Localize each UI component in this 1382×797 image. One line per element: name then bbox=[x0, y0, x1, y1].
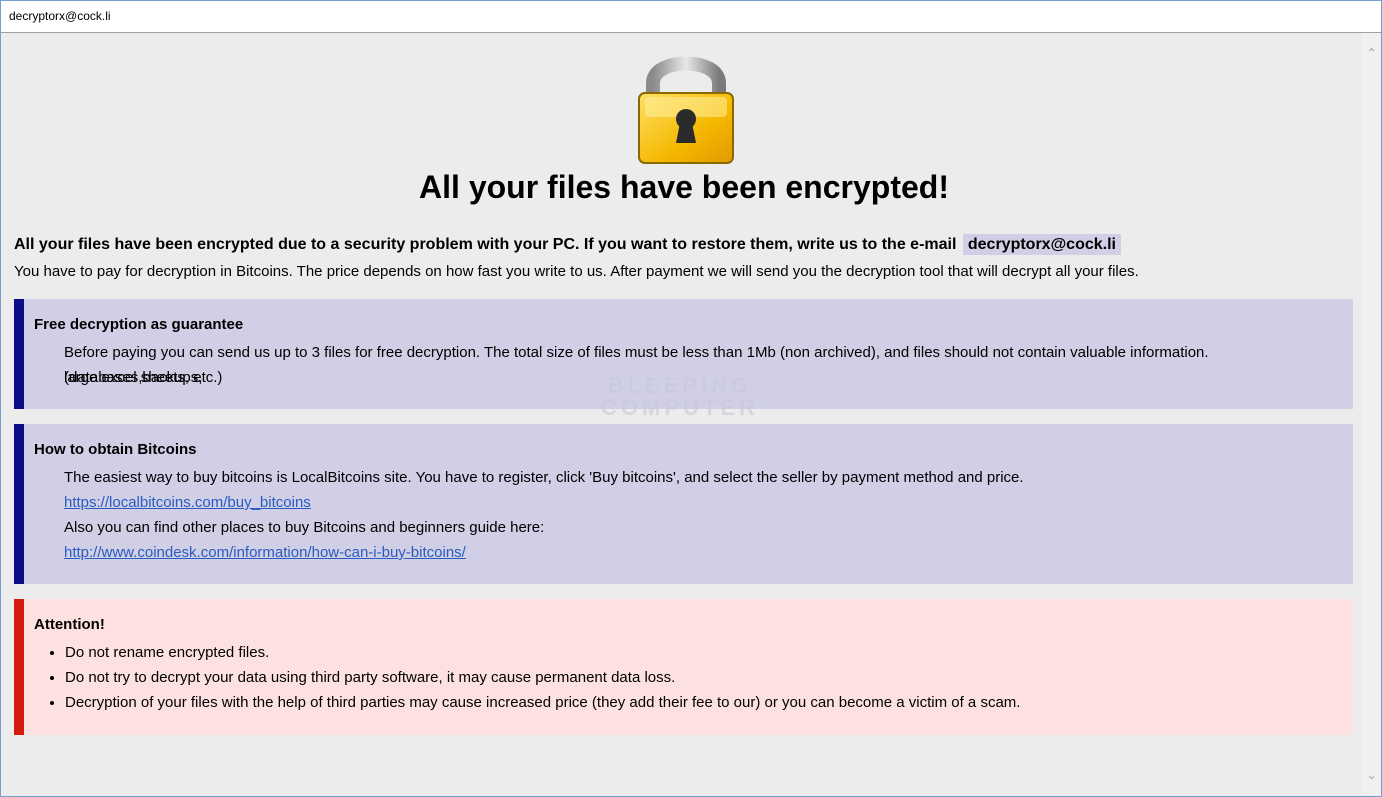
intro-line-1: All your files have been encrypted due t… bbox=[14, 234, 1121, 255]
title-bar: decryptorx@cock.li bbox=[1, 1, 1381, 33]
bleeping-computer-watermark: BLEEPING COMPUTER bbox=[601, 375, 759, 419]
bitcoins-section: How to obtain Bitcoins The easiest way t… bbox=[14, 424, 1353, 584]
watermark-line-2: COMPUTER bbox=[601, 395, 759, 420]
coindesk-link[interactable]: http://www.coindesk.com/information/how-… bbox=[64, 544, 466, 561]
attention-item: Do not rename encrypted files. bbox=[65, 640, 1020, 665]
watermark-line-1: BLEEPING bbox=[607, 373, 753, 398]
chevron-down-icon[interactable]: ⌄ bbox=[1362, 765, 1381, 785]
note-content: All your files have been encrypted! All … bbox=[3, 33, 1361, 795]
attention-title: Attention! bbox=[34, 616, 105, 633]
chevron-up-icon[interactable]: ⌃ bbox=[1362, 43, 1381, 63]
page-heading: All your files have been encrypted! bbox=[419, 169, 949, 205]
bitcoins-title: How to obtain Bitcoins bbox=[34, 441, 197, 458]
bitcoins-link-1-row: https://localbitcoins.com/buy_bitcoins bbox=[64, 490, 1339, 515]
bitcoins-text-2: Also you can find other places to buy Bi… bbox=[64, 519, 545, 536]
ransom-note-window: decryptorx@cock.li All your files have b… bbox=[0, 0, 1382, 797]
free-decryption-title: Free decryption as guarantee bbox=[34, 316, 244, 333]
localbitcoins-link[interactable]: https://localbitcoins.com/buy_bitcoins bbox=[64, 494, 311, 511]
attention-item: Decryption of your files with the help o… bbox=[65, 690, 1020, 715]
attention-item: Do not try to decrypt your data using th… bbox=[65, 665, 1020, 690]
section-accent-bar bbox=[14, 599, 24, 735]
intro-text: All your files have been encrypted due t… bbox=[14, 236, 957, 253]
section-accent-bar bbox=[14, 424, 24, 584]
section-accent-bar bbox=[14, 299, 24, 409]
intro-line-2: You have to pay for decryption in Bitcoi… bbox=[14, 263, 1139, 280]
vertical-scrollbar[interactable]: ⌃ ⌄ bbox=[1362, 33, 1381, 795]
attention-section: Attention! Do not rename encrypted files… bbox=[14, 599, 1353, 735]
attention-list: Do not rename encrypted files. Do not tr… bbox=[48, 640, 1020, 715]
bitcoins-link-2-row: http://www.coindesk.com/information/how-… bbox=[64, 540, 1339, 565]
padlock-icon bbox=[638, 56, 734, 164]
bitcoins-text-1: The easiest way to buy bitcoins is Local… bbox=[64, 469, 1024, 486]
window-title: decryptorx@cock.li bbox=[9, 9, 111, 23]
contact-email: decryptorx@cock.li bbox=[962, 234, 1121, 255]
